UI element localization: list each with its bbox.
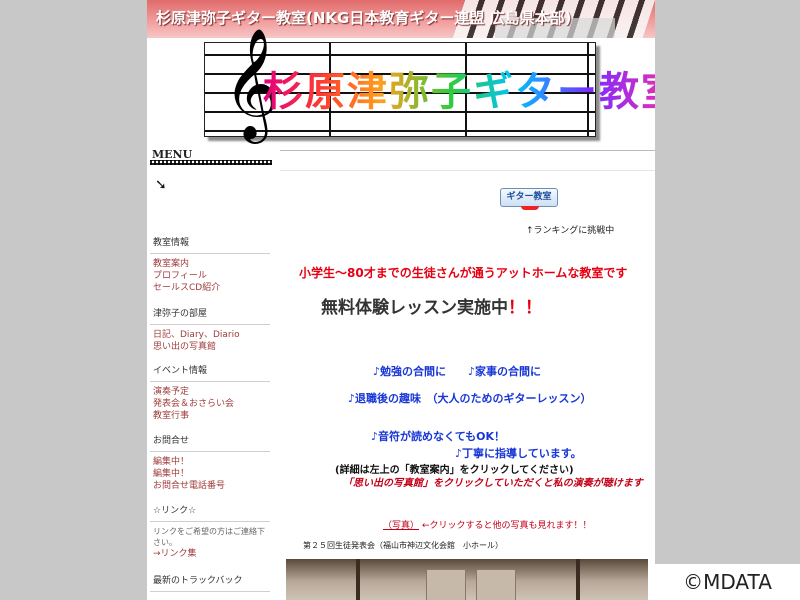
sidebar-heading: 教室情報 — [150, 235, 270, 254]
sidebar-heading: 津弥子の部屋 — [150, 306, 270, 325]
sidebar-link-diary[interactable]: 日記、Diary、Diario — [150, 329, 270, 341]
sidebar-link-photo-gallery[interactable]: 思い出の写真館 — [150, 341, 270, 353]
sidebar-link-classroom-guide[interactable]: 教室案内 — [150, 258, 270, 270]
sidebar-section-trackbacks: 最新のトラックバック — [150, 573, 270, 596]
sidebar-section-classroom: 教室情報 教室案内 プロフィール セールスCD紹介 — [150, 235, 270, 294]
watermark: ©MDATA — [655, 564, 800, 600]
menu-arrow-icon: ➘ — [155, 177, 167, 193]
sidebar-heading: お問合せ — [150, 433, 270, 452]
photo-note: ←クリックすると他の写真も見れます！！ — [422, 521, 592, 531]
site-title: 杉原津弥子ギター教室(NKG日本教育ギター連盟 広島県本部) — [156, 9, 572, 27]
sidebar-link-class-events[interactable]: 教室行事 — [150, 410, 270, 422]
sidebar-link-recitals[interactable]: 発表会＆おさらい会 — [150, 398, 270, 410]
sidebar-link-note: リンクをご希望の方はご連絡下さい。 — [153, 527, 265, 547]
feature-line: ♪勉強の合間に ♪家事の合間に — [373, 365, 542, 378]
memory-link-text: 「思い出の写真館」をクリックしていただくと私の演奏が聴けます — [343, 478, 643, 489]
sidebar-heading: ☆リンク☆ — [150, 503, 270, 522]
sidebar-link-phone[interactable]: お問合せ電話番号 — [150, 480, 270, 492]
concert-photo[interactable] — [286, 559, 648, 600]
menu-heading: MENU — [150, 145, 272, 165]
sidebar-heading: 最新のトラックバック — [150, 573, 270, 592]
sidebar-link-link-list[interactable]: →リンク集 — [150, 548, 270, 560]
trial-marks: ！！ — [508, 298, 542, 318]
divider — [280, 150, 655, 151]
sidebar: MENU ➘ 教室情報 教室案内 プロフィール セールスCD紹介 津弥子の部屋 … — [150, 145, 272, 600]
sidebar-link-editing-2[interactable]: 編集中！ — [150, 468, 270, 480]
intro-text: 小学生～80才までの生徒さんが通うアットホームな教室です — [299, 266, 628, 280]
page: 杉原津弥子ギター教室(NKG日本教育ギター連盟 広島県本部) 𝄞 杉原津弥子ギタ… — [147, 0, 655, 600]
feature-line: ♪退職後の趣味 （大人のためのギターレッスン） — [348, 392, 592, 405]
sidebar-link-editing-1[interactable]: 編集中！ — [150, 456, 270, 468]
ranking-badge[interactable]: ギター教室 — [500, 188, 558, 210]
sidebar-section-events: イベント情報 演奏予定 発表会＆おさらい会 教室行事 — [150, 363, 270, 422]
divider — [280, 170, 655, 171]
sidebar-section-room: 津弥子の部屋 日記、Diary、Diario 思い出の写真館 — [150, 306, 270, 353]
photo-link[interactable]: （写真） — [383, 518, 419, 531]
feature-line: ♪丁寧に指導しています。 — [455, 447, 582, 460]
logo-text: 杉原津弥子ギター教室 — [263, 59, 655, 117]
ranking-note: ↑ランキングに挑戦中 — [526, 226, 615, 236]
feature-line: ♪音符が読めなくてもOK！ — [371, 430, 506, 443]
trial-lesson-heading: 無料体験レッスン実施中！！ — [321, 293, 542, 318]
sidebar-link-performances[interactable]: 演奏予定 — [150, 386, 270, 398]
logo-banner[interactable]: 𝄞 杉原津弥子ギター教室 — [204, 35, 655, 137]
sidebar-heading: イベント情報 — [150, 363, 270, 382]
main-content: ギター教室 ↑ランキングに挑戦中 小学生～80才までの生徒さんが通うアットホーム… — [280, 143, 655, 600]
detail-note: (詳細は左上の「教室案内」をクリックしてください) — [335, 465, 574, 476]
concert-caption: 第２５回生徒発表会（福山市神辺文化会館 小ホール） — [303, 541, 503, 550]
sidebar-section-links: ☆リンク☆ リンクをご希望の方はご連絡下さい。 →リンク集 — [150, 503, 270, 560]
sidebar-section-contact: お問合せ 編集中！ 編集中！ お問合せ電話番号 — [150, 433, 270, 492]
sidebar-link-profile[interactable]: プロフィール — [150, 270, 270, 282]
sidebar-link-sales-cd[interactable]: セールスCD紹介 — [150, 282, 270, 294]
trial-text: 無料体験レッスン実施中 — [321, 298, 508, 318]
